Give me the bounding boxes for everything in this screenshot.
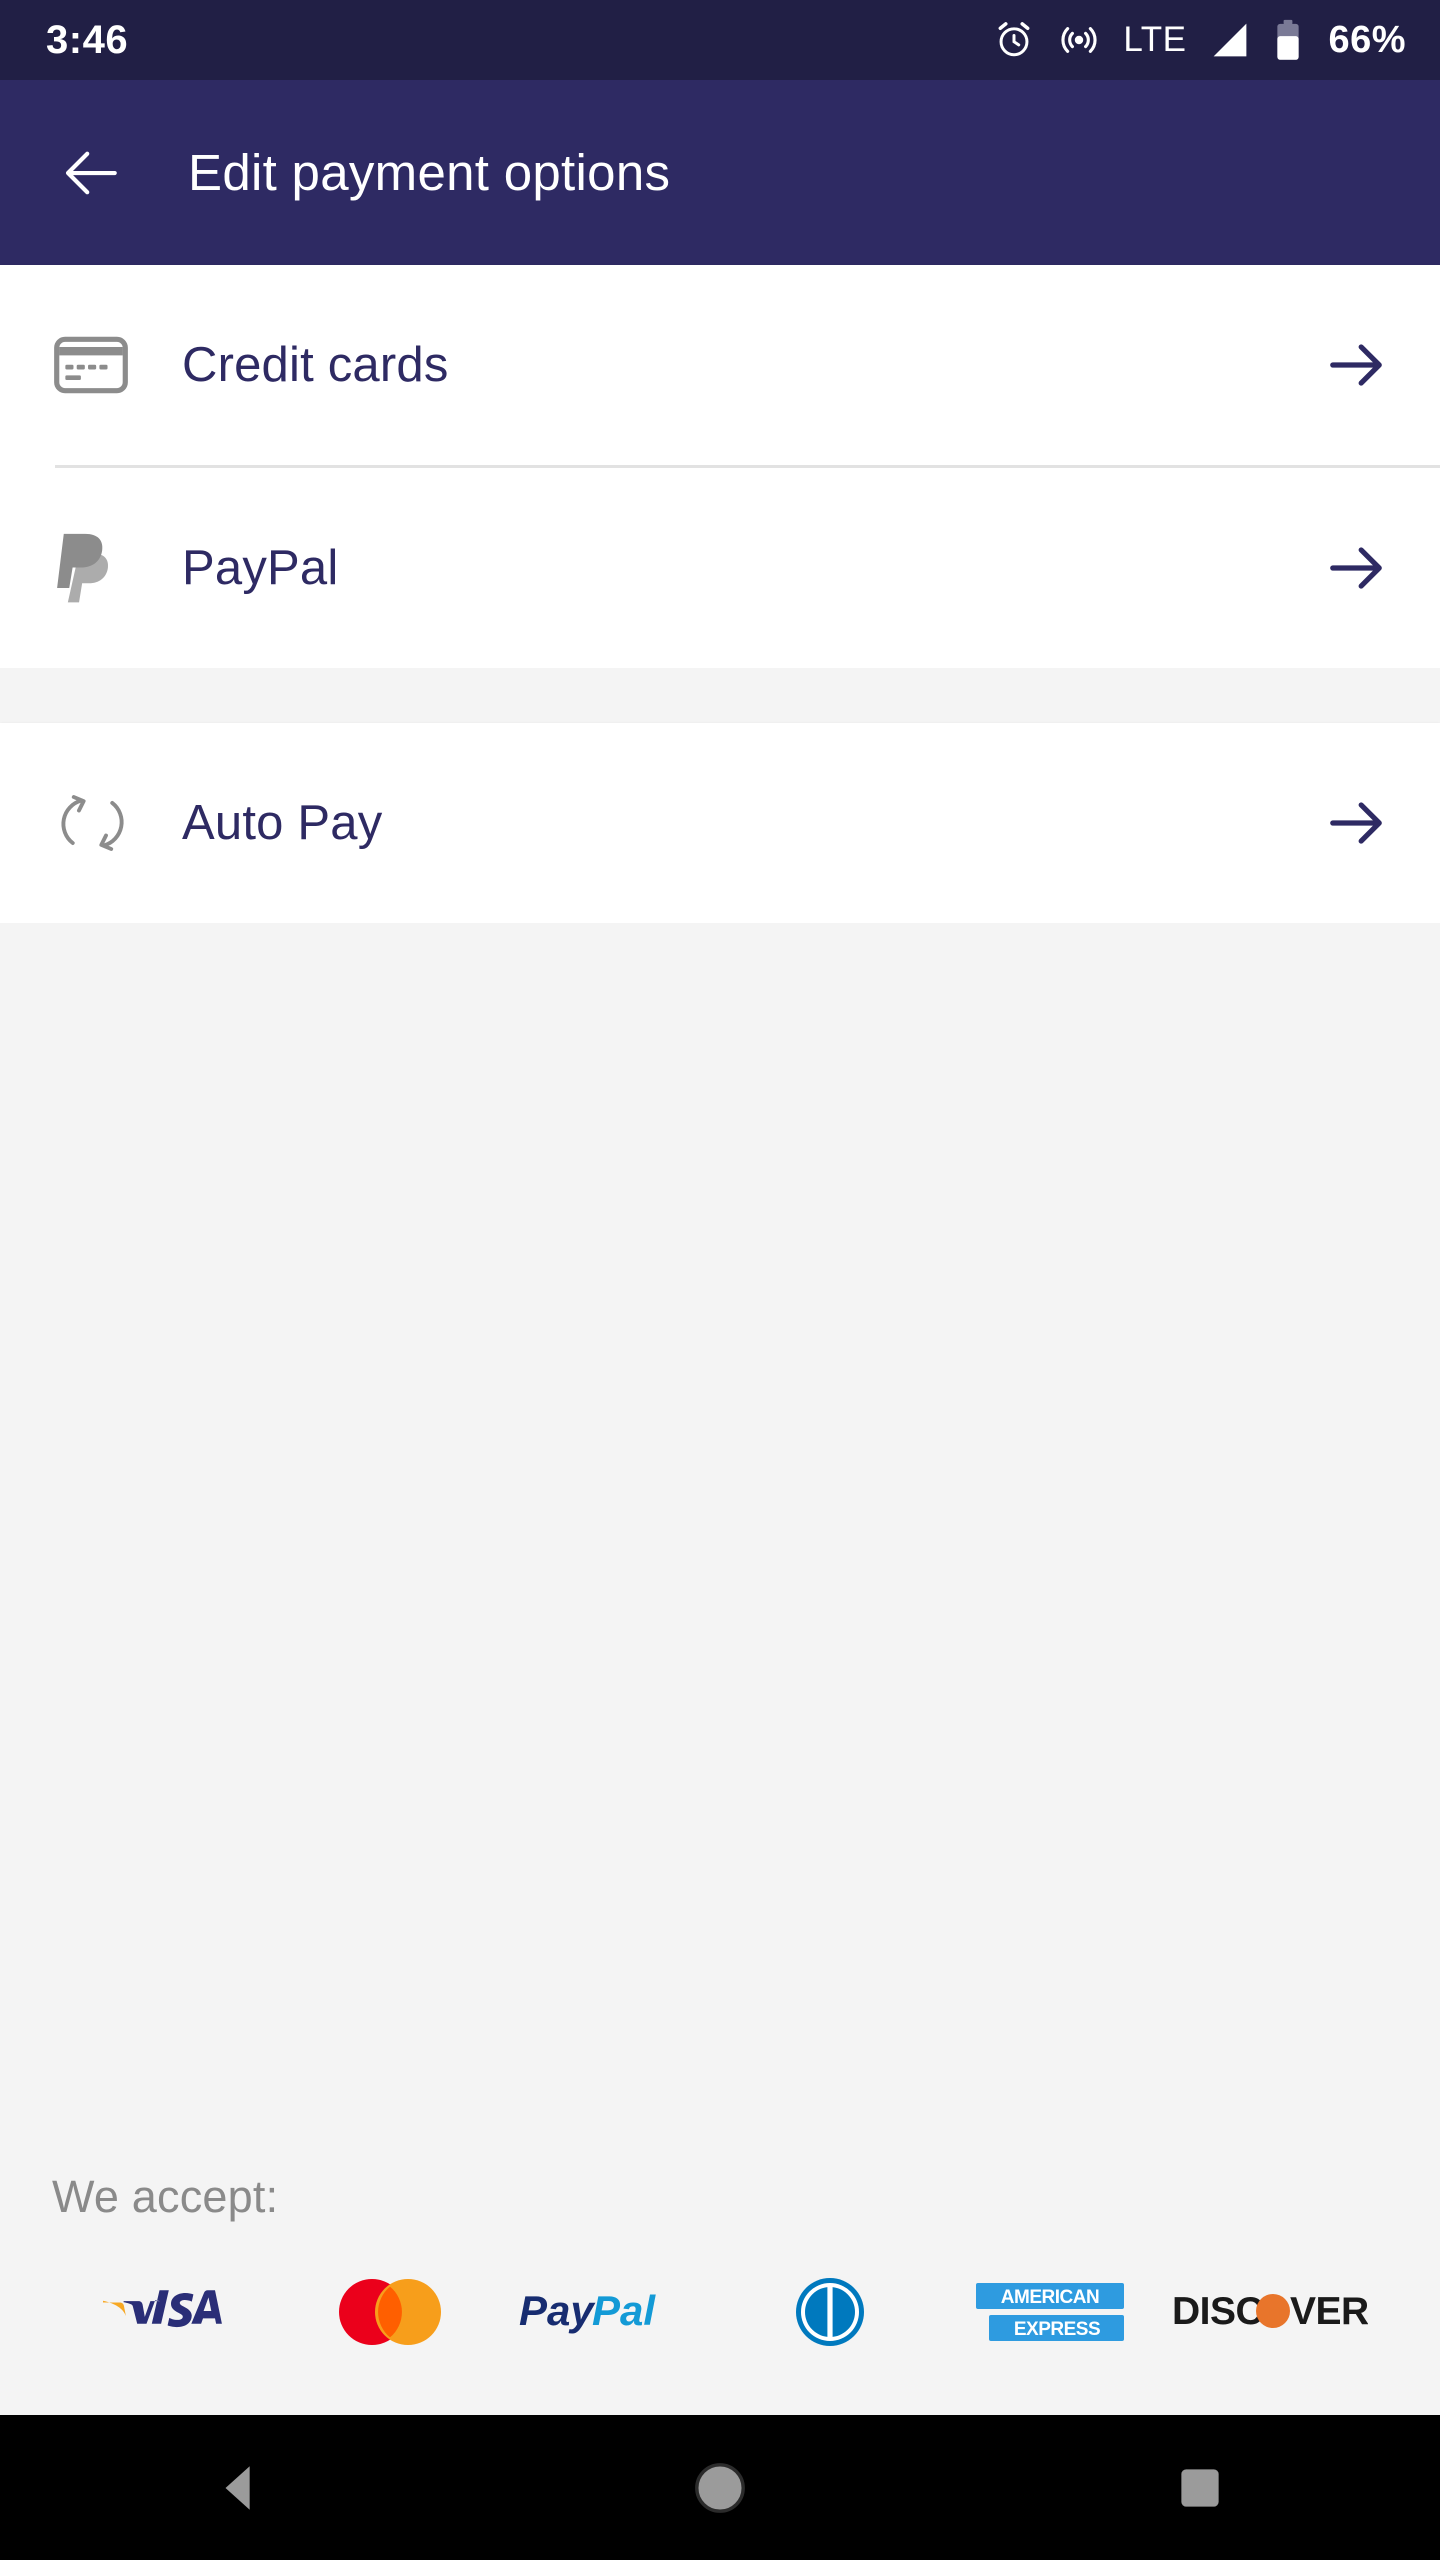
app-bar: Edit payment options — [0, 80, 1440, 265]
nav-home-icon — [695, 2462, 745, 2513]
svg-text:AMERICAN: AMERICAN — [1001, 2287, 1099, 2308]
sync-icon — [54, 784, 146, 862]
discover-logo: DISC VER — [1160, 2289, 1380, 2335]
menu-item-label: Auto Pay — [182, 796, 383, 850]
arrow-right-icon — [1320, 537, 1392, 599]
accepted-cards-section: We accept: Pay Pal AMERICAN EXPRESS DISC… — [0, 2171, 1440, 2415]
svg-text:DISC: DISC — [1172, 2290, 1264, 2333]
autopay-group: Auto Pay — [0, 723, 1440, 923]
network-type-label: LTE — [1123, 20, 1187, 59]
svg-text:Pal: Pal — [592, 2287, 656, 2334]
status-bar: 3:46 LTE 66% — [0, 0, 1440, 80]
menu-item-label: Credit cards — [182, 338, 449, 392]
credit-card-icon — [54, 336, 146, 394]
hotspot-icon — [1061, 27, 1097, 53]
nav-recents-icon — [1181, 2468, 1219, 2507]
signal-icon — [1214, 23, 1247, 57]
paypal-mark-icon — [54, 531, 146, 605]
menu-item-label: PayPal — [182, 541, 339, 595]
battery-icon — [1277, 19, 1300, 60]
empty-space — [0, 923, 1440, 2171]
diners-club-logo — [720, 2275, 940, 2349]
svg-text:Pay: Pay — [519, 2287, 596, 2334]
arrow-right-icon — [1320, 792, 1392, 854]
status-icons: LTE 66% — [993, 18, 1406, 62]
menu-item-paypal[interactable]: PayPal — [0, 468, 1440, 668]
main-content: Credit cards PayPal Auto Pay We accept: … — [0, 265, 1440, 2415]
android-nav-bar — [0, 2415, 1440, 2560]
mastercard-logo — [280, 2275, 500, 2349]
arrow-right-icon — [1320, 334, 1392, 396]
phone-screen: 3:46 LTE 66% Edit payment options Credit… — [0, 0, 1440, 2560]
page-title: Edit payment options — [188, 144, 671, 201]
svg-text:VER: VER — [1290, 2290, 1368, 2333]
nav-home-button[interactable] — [645, 2415, 795, 2560]
paypal-logo: Pay Pal — [500, 2285, 720, 2339]
nav-back-icon — [225, 2465, 250, 2510]
alarm-icon — [998, 22, 1030, 57]
arrow-left-icon — [65, 151, 117, 194]
accepted-cards-logos: Pay Pal AMERICAN EXPRESS DISC VER — [0, 2275, 1440, 2349]
svg-text:EXPRESS: EXPRESS — [1014, 2319, 1100, 2340]
american-express-logo: AMERICAN EXPRESS — [940, 2279, 1160, 2345]
payment-methods-group: Credit cards PayPal — [0, 265, 1440, 668]
battery-percent-label: 66% — [1328, 18, 1406, 61]
section-gap — [0, 668, 1440, 723]
menu-item-auto-pay[interactable]: Auto Pay — [0, 723, 1440, 923]
nav-recents-button[interactable] — [1125, 2415, 1275, 2560]
menu-item-credit-cards[interactable]: Credit cards — [0, 265, 1440, 465]
back-button[interactable] — [54, 137, 126, 209]
visa-logo — [60, 2287, 280, 2337]
accepted-cards-title: We accept: — [52, 2171, 279, 2222]
nav-back-button[interactable] — [165, 2415, 315, 2560]
status-clock: 3:46 — [46, 18, 129, 62]
